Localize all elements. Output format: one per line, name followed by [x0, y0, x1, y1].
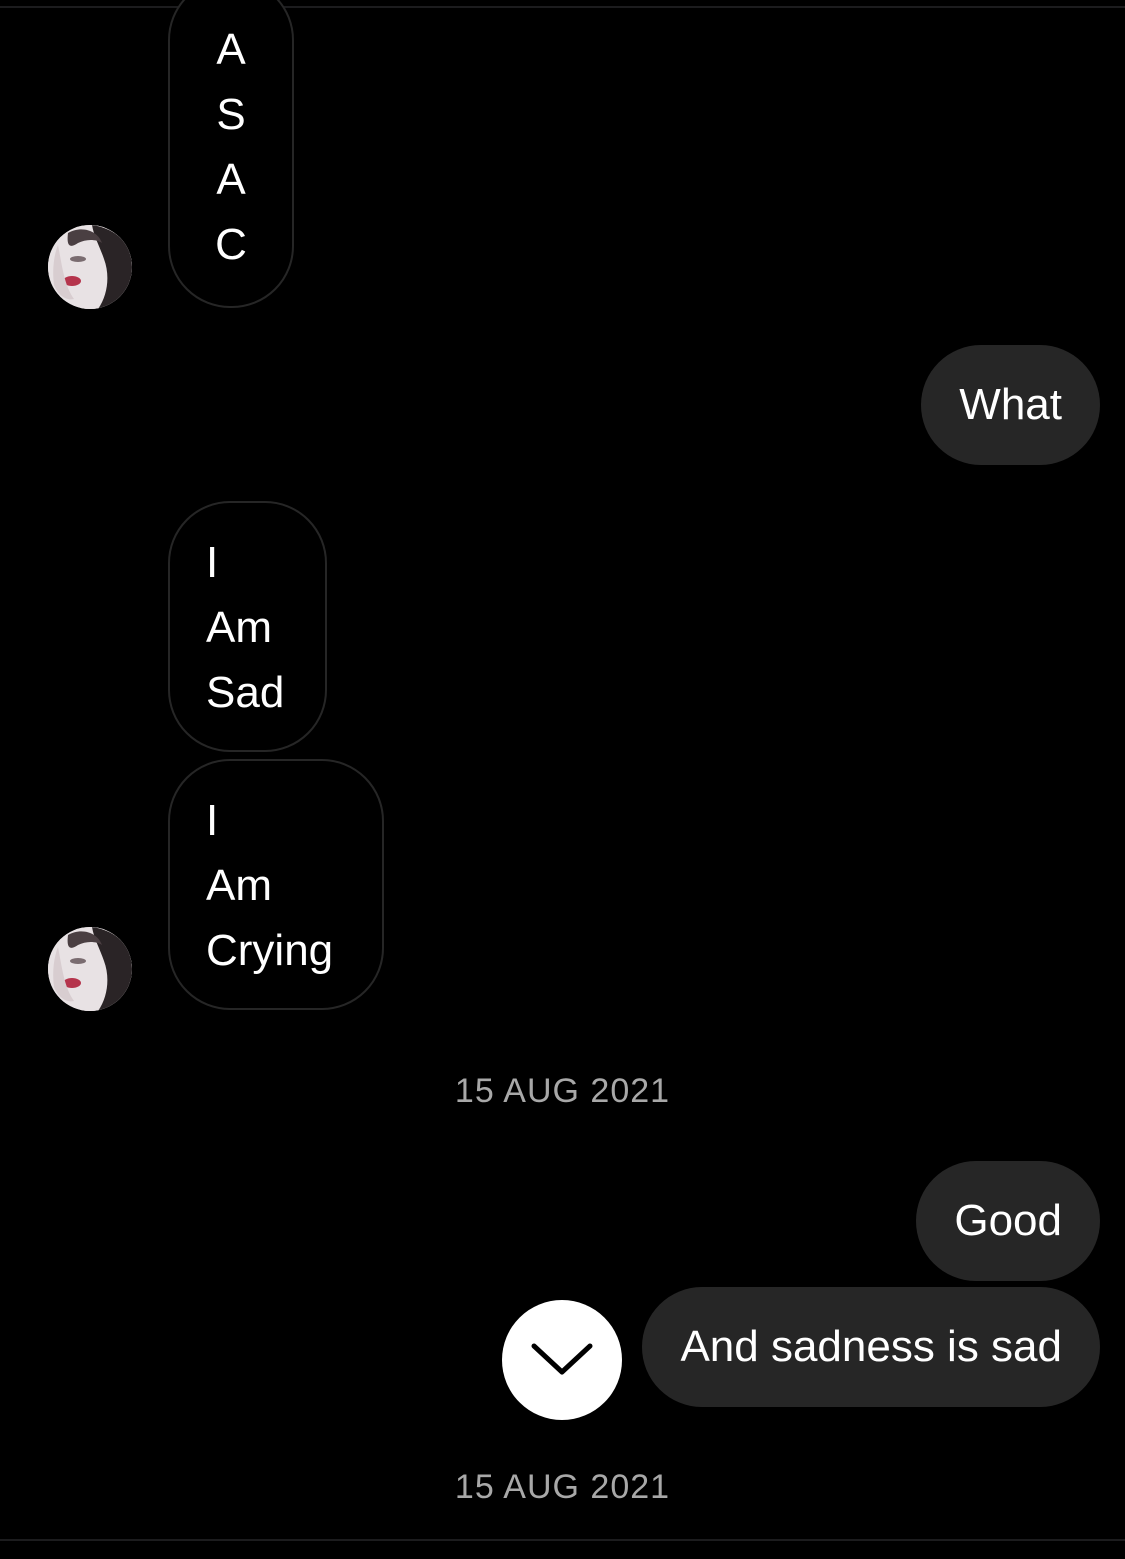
bottom-divider: [0, 1539, 1125, 1541]
date-separator: 15 AUG 2021: [454, 1468, 671, 1506]
message-line: A: [216, 25, 246, 74]
top-divider: [0, 6, 1125, 8]
message-line: I: [206, 796, 219, 845]
message-line: S: [216, 90, 246, 139]
incoming-message-bubble[interactable]: I Am Sad: [168, 501, 327, 752]
message-line: C: [215, 220, 247, 269]
message-line: Am: [206, 603, 272, 652]
outgoing-message-bubble[interactable]: And sadness is sad: [642, 1287, 1100, 1407]
outgoing-message-bubble[interactable]: Good: [916, 1161, 1100, 1281]
sender-avatar[interactable]: [48, 927, 132, 1011]
outgoing-message-bubble[interactable]: What: [921, 345, 1100, 465]
message-line: Sad: [206, 668, 285, 717]
avatar-photo-icon: [48, 927, 132, 1011]
incoming-message-bubble[interactable]: I Am Crying: [168, 759, 384, 1010]
sender-avatar[interactable]: [48, 225, 132, 309]
message-line: Am: [206, 861, 272, 910]
chevron-down-icon: [531, 1343, 593, 1375]
message-line: A: [216, 155, 246, 204]
scroll-to-bottom-button[interactable]: [502, 1300, 622, 1420]
incoming-message-bubble[interactable]: A S A C: [168, 0, 294, 308]
message-text: And sadness is sad: [680, 1322, 1062, 1371]
message-text: What: [959, 380, 1062, 429]
avatar-photo-icon: [48, 225, 132, 309]
message-text: Good: [954, 1196, 1062, 1245]
date-separator: 15 AUG 2021: [454, 1072, 671, 1110]
message-line: I: [206, 538, 219, 587]
message-line: Crying: [206, 926, 334, 975]
